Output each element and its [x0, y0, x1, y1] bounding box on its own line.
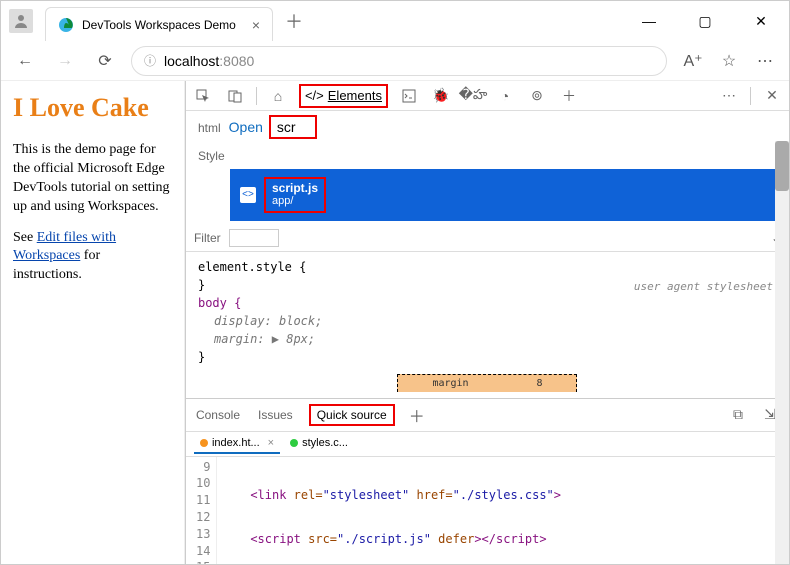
edge-icon: [58, 17, 74, 33]
filter-label: Filter: [194, 231, 221, 245]
more-tabs-button[interactable]: ＋: [558, 85, 580, 107]
box-model-diagram[interactable]: margin 8: [397, 374, 577, 392]
browser-titlebar: DevTools Workspaces Demo × ＋ — ▢ ✕: [1, 1, 789, 41]
ua-stylesheet-label: user agent stylesheet: [634, 280, 773, 293]
vertical-scrollbar[interactable]: [775, 141, 789, 564]
devtools-more-button[interactable]: ⋯: [718, 85, 740, 107]
performance-tab-icon[interactable]: ◔: [494, 85, 516, 107]
quick-source-drawer-tab[interactable]: Quick source: [309, 404, 395, 426]
open-label: Open: [229, 119, 263, 135]
html-crumb[interactable]: html: [194, 119, 225, 137]
refresh-button[interactable]: ⟳: [91, 47, 119, 75]
forward-button: →: [51, 47, 79, 75]
sources-tab-icon[interactable]: 🐞: [430, 85, 452, 107]
source-code-editor[interactable]: 9 10 11 12 13 14 15 <link rel="styleshee…: [186, 457, 789, 564]
inspect-icon[interactable]: [192, 85, 214, 107]
devtools-drawer: Console Issues Quick source ＋ ⧉ ⇲ index.…: [186, 398, 789, 564]
issues-drawer-tab[interactable]: Issues: [256, 404, 295, 426]
file-tab-styles[interactable]: styles.c...: [284, 434, 354, 454]
suggest-path: app/: [272, 195, 318, 208]
device-toolbar-icon[interactable]: [224, 85, 246, 107]
styles-filter-input[interactable]: [229, 229, 279, 247]
url-input[interactable]: ⓘ localhost:8080: [131, 46, 667, 76]
back-button[interactable]: ←: [11, 47, 39, 75]
address-bar: ← → ⟳ ⓘ localhost:8080 A⁺ ☆ ⋯: [1, 41, 789, 81]
close-window-button[interactable]: ✕: [741, 6, 781, 36]
tab-close-icon[interactable]: ×: [252, 17, 260, 33]
console-drawer-tab[interactable]: Console: [194, 404, 242, 426]
profile-avatar[interactable]: [9, 9, 33, 33]
devtools-toolbar: ⌂ </> Elements 🐞 �హ ◔ ⊚ ＋ ⋯ ✕: [186, 81, 789, 111]
url-text: localhost:8080: [164, 53, 254, 69]
file-icon: <>: [240, 187, 256, 203]
file-tab-index[interactable]: index.ht... ×: [194, 434, 280, 454]
file-suggestion[interactable]: <> script.js app/: [230, 169, 785, 221]
rendered-page: I Love Cake This is the demo page for th…: [1, 81, 185, 564]
console-tab-icon[interactable]: [398, 85, 420, 107]
styles-pane[interactable]: element.style { } body { user agent styl…: [186, 252, 789, 398]
open-file-area: html Open Style <>: [186, 111, 789, 225]
welcome-icon[interactable]: ⌂: [267, 85, 289, 107]
code-body[interactable]: <link rel="stylesheet" href="./styles.cs…: [217, 457, 789, 564]
open-file-input[interactable]: [269, 115, 317, 139]
modified-dot-icon: [200, 439, 208, 447]
network-tab-icon[interactable]: �హ: [462, 85, 484, 107]
code-icon: </>: [305, 88, 324, 103]
tab-title: DevTools Workspaces Demo: [82, 18, 236, 32]
settings-menu-button[interactable]: ⋯: [751, 47, 779, 75]
suggest-filename: script.js: [272, 181, 318, 195]
new-tab-button[interactable]: ＋: [285, 8, 303, 34]
styles-header: Filter ⌄: [186, 225, 789, 252]
read-aloud-button[interactable]: A⁺: [679, 47, 707, 75]
devtools-panel: ⌂ </> Elements 🐞 �హ ◔ ⊚ ＋ ⋯ ✕: [185, 81, 789, 564]
elements-tab[interactable]: </> Elements: [299, 84, 388, 108]
favorites-button[interactable]: ☆: [715, 47, 743, 75]
page-heading: I Love Cake: [13, 93, 172, 123]
browser-tab[interactable]: DevTools Workspaces Demo ×: [45, 7, 273, 41]
close-file-icon[interactable]: ×: [268, 437, 274, 449]
site-info-icon[interactable]: ⓘ: [144, 52, 156, 69]
drawer-add-tab[interactable]: ＋: [409, 403, 425, 427]
styles-crumb[interactable]: Style: [194, 147, 229, 165]
source-file-tabs: index.ht... × styles.c...: [186, 432, 789, 457]
page-intro: This is the demo page for the official M…: [13, 141, 172, 217]
line-gutter: 9 10 11 12 13 14 15: [186, 457, 217, 564]
element-breadcrumb-tabs: html: [194, 115, 225, 137]
memory-tab-icon[interactable]: ⊚: [526, 85, 548, 107]
synced-dot-icon: [290, 439, 298, 447]
maximize-button[interactable]: ▢: [685, 6, 725, 36]
dock-icon[interactable]: ⧉: [727, 404, 749, 426]
devtools-close-button[interactable]: ✕: [761, 85, 783, 107]
minimize-button[interactable]: —: [629, 6, 669, 36]
page-link-para: See Edit files with Workspaces for instr…: [13, 229, 172, 286]
